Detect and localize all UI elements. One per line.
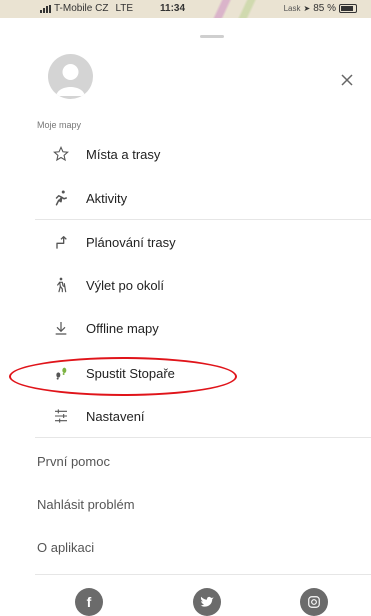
running-person-icon xyxy=(50,187,72,209)
menu-item-label: Výlet po okolí xyxy=(86,277,165,293)
battery-info: Lask ➤ 85 % xyxy=(284,3,357,14)
menu-divider xyxy=(35,219,371,220)
avatar[interactable] xyxy=(48,54,93,99)
footprints-icon xyxy=(50,362,72,384)
menu-item-label: Offline mapy xyxy=(86,320,159,336)
route-turn-arrow-icon xyxy=(50,231,72,253)
facebook-icon: f xyxy=(86,594,92,610)
menu-item-label: Nastavení xyxy=(86,408,145,424)
location-arrow-icon: ➤ xyxy=(303,4,311,13)
section-title: Moje mapy xyxy=(37,120,82,130)
menu-divider xyxy=(35,437,371,438)
user-placeholder-icon xyxy=(56,64,85,96)
menu-item-label: Místa a trasy xyxy=(86,146,161,162)
battery-percent: 85 % xyxy=(313,3,336,14)
first-aid-link[interactable]: První pomoc xyxy=(37,454,110,469)
menu-item-planovani-trasy[interactable]: Plánování trasy xyxy=(35,222,371,262)
menu-item-mista-a-trasy[interactable]: Místa a trasy xyxy=(35,134,371,174)
carrier-name: T-Mobile CZ xyxy=(54,3,109,14)
menu-item-vylet-po-okoli[interactable]: Výlet po okolí xyxy=(35,265,371,305)
close-button[interactable] xyxy=(337,70,357,90)
drag-handle[interactable] xyxy=(200,35,224,38)
star-outline-icon xyxy=(50,143,72,165)
close-icon xyxy=(341,74,353,86)
signal-icon xyxy=(40,4,51,13)
instagram-button[interactable] xyxy=(300,588,328,616)
footer-divider xyxy=(35,574,371,575)
battery-icon xyxy=(339,4,357,13)
hiking-person-icon xyxy=(50,274,72,296)
about-link[interactable]: O aplikaci xyxy=(37,540,94,555)
carrier-info: T-Mobile CZ LTE xyxy=(40,3,133,14)
network-type: LTE xyxy=(115,3,134,14)
facebook-button[interactable]: f xyxy=(75,588,103,616)
menu-item-spustit-stopare[interactable]: Spustit Stopaře xyxy=(35,353,371,393)
menu-item-label: Spustit Stopaře xyxy=(86,365,175,381)
menu-item-offline-mapy[interactable]: Offline mapy xyxy=(35,308,371,348)
map-label: Lask xyxy=(283,4,301,13)
menu-item-nastaveni[interactable]: Nastavení xyxy=(35,396,371,436)
twitter-button[interactable] xyxy=(193,588,221,616)
sliders-icon xyxy=(50,405,72,427)
instagram-icon xyxy=(308,596,320,608)
menu-item-label: Aktivity xyxy=(86,190,128,206)
download-icon xyxy=(50,317,72,339)
menu-item-aktivity[interactable]: Aktivity xyxy=(35,178,371,218)
status-bar: T-Mobile CZ LTE 11:34 Lask ➤ 85 % xyxy=(0,0,371,18)
report-problem-link[interactable]: Nahlásit problém xyxy=(37,497,135,512)
twitter-icon xyxy=(200,596,214,607)
clock: 11:34 xyxy=(160,3,186,14)
menu-item-label: Plánování trasy xyxy=(86,234,176,250)
